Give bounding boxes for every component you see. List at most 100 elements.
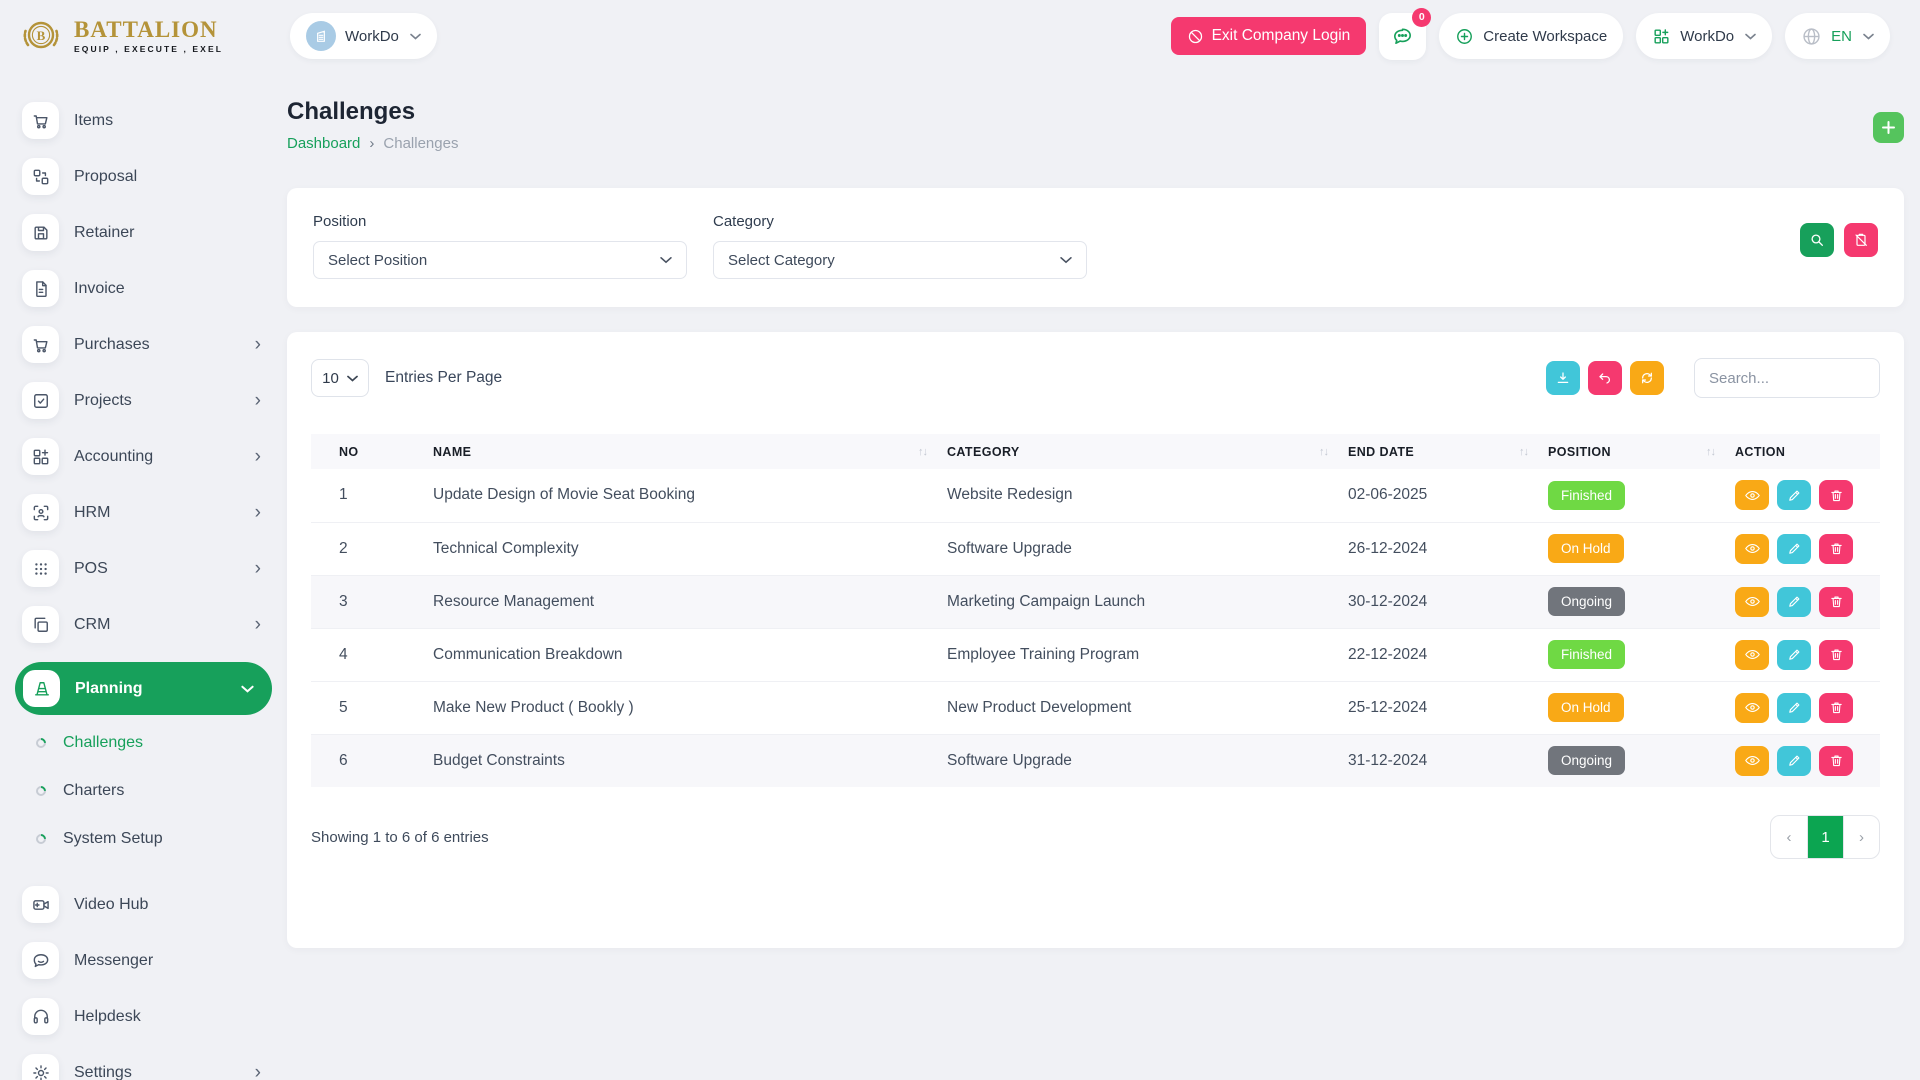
pagination-prev-button[interactable]: ‹ xyxy=(1771,816,1807,858)
brand-name: BATTALION xyxy=(74,18,223,41)
sidebar-item-crm[interactable]: CRM › xyxy=(22,606,265,643)
workdo-apps-menu[interactable]: WorkDo xyxy=(1636,13,1772,59)
cell-name: Budget Constraints xyxy=(433,734,947,787)
pencil-icon xyxy=(1787,753,1802,768)
edit-button[interactable] xyxy=(1777,480,1811,510)
workspace-switcher[interactable]: WorkDo xyxy=(290,13,437,59)
edit-button[interactable] xyxy=(1777,534,1811,564)
pagination-page-1[interactable]: 1 xyxy=(1807,816,1843,858)
table-row: 1 Update Design of Movie Seat Booking We… xyxy=(311,469,1880,522)
refresh-button[interactable] xyxy=(1630,361,1664,395)
chevron-down-icon xyxy=(660,256,672,264)
undo-arrow-icon xyxy=(1597,370,1613,386)
cell-actions xyxy=(1735,575,1880,628)
create-workspace-button[interactable]: Create Workspace xyxy=(1439,13,1623,59)
eye-icon xyxy=(1744,540,1761,557)
column-header-no[interactable]: NO xyxy=(311,434,433,469)
cell-name: Make New Product ( Bookly ) xyxy=(433,681,947,734)
column-header-position[interactable]: POSITION↑↓ xyxy=(1548,434,1735,469)
refresh-icon xyxy=(1639,370,1655,386)
sidebar-subitem-charters[interactable]: Charters xyxy=(36,776,265,806)
edit-button[interactable] xyxy=(1777,746,1811,776)
view-button[interactable] xyxy=(1735,693,1769,723)
chevron-down-icon xyxy=(241,685,258,693)
column-header-category[interactable]: CATEGORY↑↓ xyxy=(947,434,1348,469)
category-select[interactable]: Select Category xyxy=(713,241,1087,279)
cart-icon xyxy=(22,326,59,363)
breadcrumb-dashboard-link[interactable]: Dashboard xyxy=(287,135,360,152)
edit-button[interactable] xyxy=(1777,587,1811,617)
brand-area: B BATTALION EQUIP , EXECUTE , EXEL xyxy=(18,13,290,59)
sidebar-item-items[interactable]: Items xyxy=(22,102,265,139)
sidebar-item-retainer[interactable]: Retainer xyxy=(22,214,265,251)
position-select[interactable]: Select Position xyxy=(313,241,687,279)
position-badge: Finished xyxy=(1548,481,1625,510)
user-scan-icon xyxy=(22,494,59,531)
sidebar-item-helpdesk[interactable]: Helpdesk xyxy=(22,998,265,1035)
delete-button[interactable] xyxy=(1819,534,1853,564)
edit-button[interactable] xyxy=(1777,640,1811,670)
sidebar-item-accounting[interactable]: Accounting › xyxy=(22,438,265,475)
sidebar-item-planning[interactable]: Planning xyxy=(15,662,272,715)
sidebar-subitem-challenges[interactable]: Challenges xyxy=(36,728,265,758)
table-toolbar-actions xyxy=(1546,358,1880,398)
pencil-icon xyxy=(1787,541,1802,556)
view-button[interactable] xyxy=(1735,480,1769,510)
sidebar-item-settings[interactable]: Settings › xyxy=(22,1054,265,1080)
sidebar-item-pos[interactable]: POS › xyxy=(22,550,265,587)
cell-end-date: 25-12-2024 xyxy=(1348,681,1548,734)
delete-button[interactable] xyxy=(1819,693,1853,723)
cell-actions xyxy=(1735,522,1880,575)
column-header-name[interactable]: NAME↑↓ xyxy=(433,434,947,469)
sidebar-subitem-system-setup[interactable]: System Setup xyxy=(36,824,265,854)
brand-logo[interactable]: B BATTALION EQUIP , EXECUTE , EXEL xyxy=(18,13,223,59)
dots-grid-icon xyxy=(22,550,59,587)
undo-button[interactable] xyxy=(1588,361,1622,395)
sidebar-item-projects[interactable]: Projects › xyxy=(22,382,265,419)
sidebar-item-proposal[interactable]: Proposal xyxy=(22,158,265,195)
challenges-table: NO NAME↑↓ CATEGORY↑↓ END DATE↑↓ POSITION… xyxy=(311,434,1880,787)
messages-button[interactable]: 0 xyxy=(1379,13,1426,60)
sidebar-item-hrm[interactable]: HRM › xyxy=(22,494,265,531)
export-button[interactable] xyxy=(1546,361,1580,395)
search-icon xyxy=(1809,232,1825,248)
chevron-right-icon: › xyxy=(255,503,265,522)
chevron-down-icon xyxy=(347,375,358,382)
table-search-input[interactable] xyxy=(1694,358,1880,398)
exit-company-login-button[interactable]: Exit Company Login xyxy=(1171,17,1367,55)
pagination-next-button[interactable]: › xyxy=(1843,816,1879,858)
cell-actions xyxy=(1735,628,1880,681)
cell-end-date: 02-06-2025 xyxy=(1348,469,1548,522)
grid-plus-icon xyxy=(1652,27,1671,46)
apply-filter-button[interactable] xyxy=(1800,223,1834,257)
clipboard-off-icon xyxy=(1853,232,1869,248)
reset-filter-button[interactable] xyxy=(1844,223,1878,257)
language-menu[interactable]: EN xyxy=(1785,13,1890,59)
cell-position: On Hold xyxy=(1548,681,1735,734)
column-header-end-date[interactable]: END DATE↑↓ xyxy=(1348,434,1548,469)
delete-button[interactable] xyxy=(1819,746,1853,776)
entries-per-page-select[interactable]: 10 xyxy=(311,359,369,397)
view-button[interactable] xyxy=(1735,587,1769,617)
chevron-down-icon xyxy=(1745,33,1756,40)
challenges-table-card: 10 Entries Per Page NO xyxy=(287,332,1904,948)
delete-button[interactable] xyxy=(1819,640,1853,670)
add-challenge-button[interactable] xyxy=(1873,112,1904,143)
cell-no: 4 xyxy=(311,628,433,681)
file-icon xyxy=(22,270,59,307)
sidebar-item-invoice[interactable]: Invoice xyxy=(22,270,265,307)
edit-button[interactable] xyxy=(1777,693,1811,723)
brand-tagline: EQUIP , EXECUTE , EXEL xyxy=(74,44,223,54)
sidebar-item-messenger[interactable]: Messenger xyxy=(22,942,265,979)
view-button[interactable] xyxy=(1735,534,1769,564)
sidebar-item-video-hub[interactable]: Video Hub xyxy=(22,886,265,923)
cell-position: Finished xyxy=(1548,628,1735,681)
sidebar-item-purchases[interactable]: Purchases › xyxy=(22,326,265,363)
view-button[interactable] xyxy=(1735,746,1769,776)
cell-no: 5 xyxy=(311,681,433,734)
eye-icon xyxy=(1744,699,1761,716)
delete-button[interactable] xyxy=(1819,480,1853,510)
view-button[interactable] xyxy=(1735,640,1769,670)
delete-button[interactable] xyxy=(1819,587,1853,617)
eye-icon xyxy=(1744,752,1761,769)
